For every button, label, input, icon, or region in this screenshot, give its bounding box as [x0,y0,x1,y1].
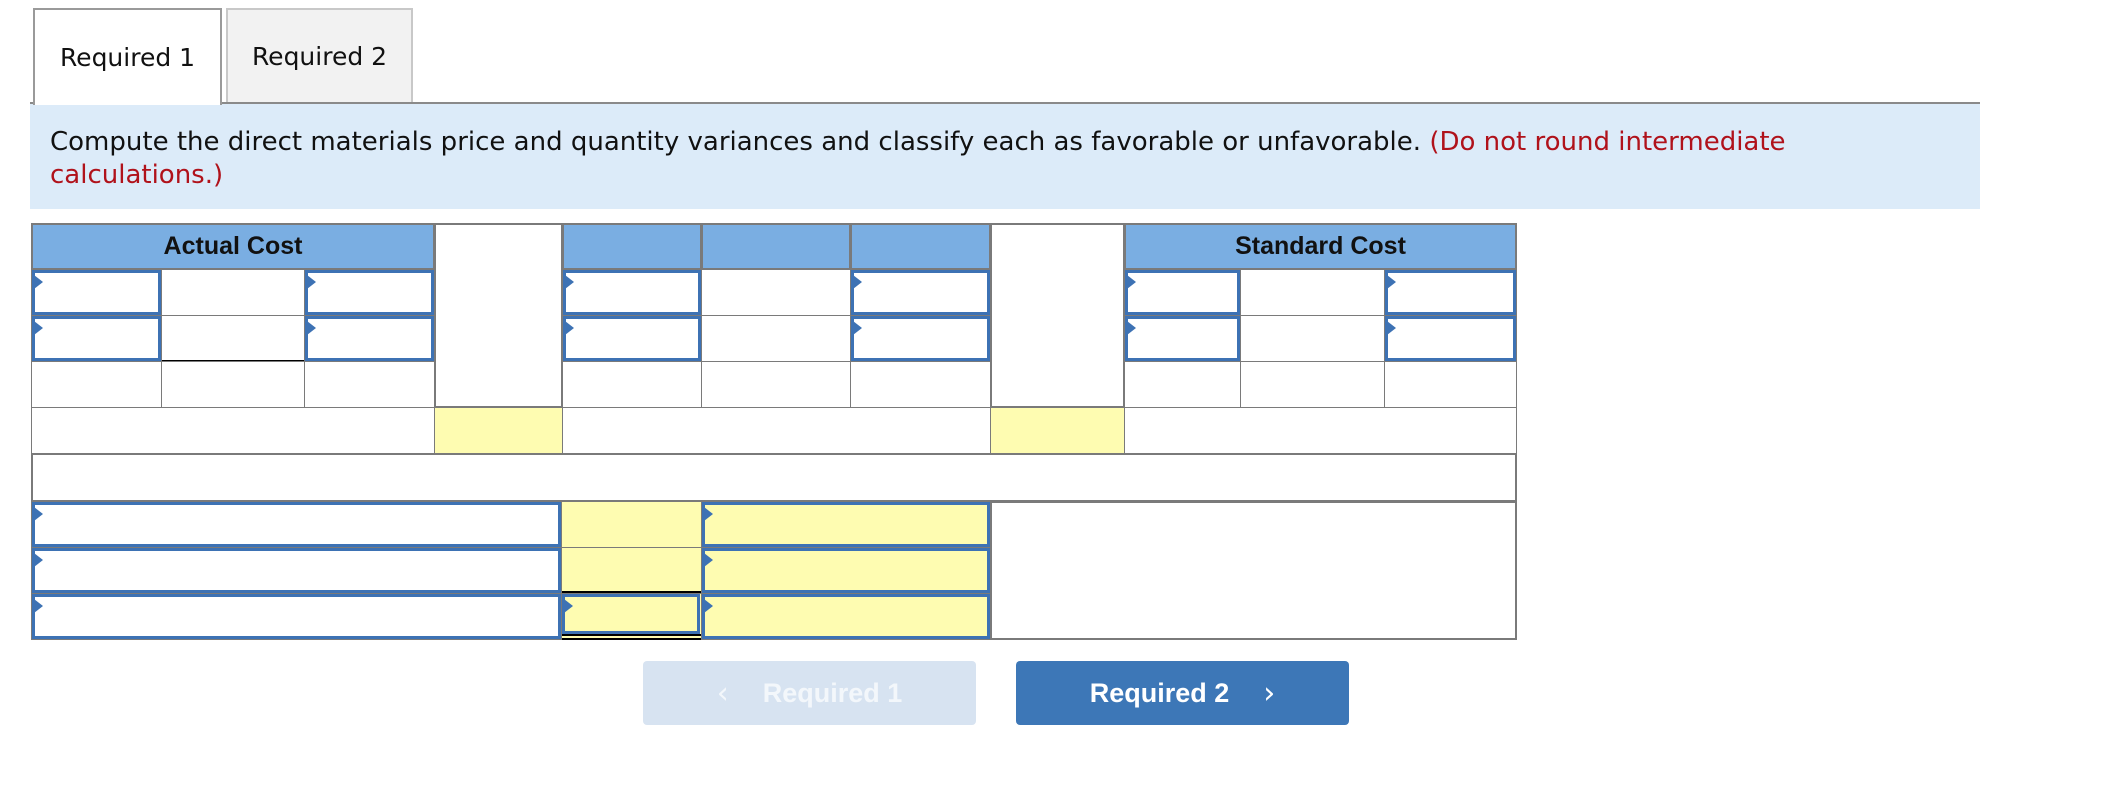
standard-total-cell[interactable] [1124,407,1517,454]
standard-row3-col2[interactable] [1240,361,1385,408]
variance-1-cell[interactable] [434,407,563,454]
actual-row2-unit-dropdown[interactable] [305,316,434,361]
summary-row2-label-dropdown[interactable] [32,548,561,593]
actual-row2-col2[interactable] [161,315,305,362]
standard-row3-col1[interactable] [1124,361,1241,408]
header-middle-2 [701,223,851,270]
summary-block-right [990,501,1517,640]
summary-row1-label-dropdown[interactable] [32,502,561,547]
standard-row1-label-dropdown[interactable] [1125,270,1240,315]
next-required-2-button[interactable]: Required 2 › [1016,661,1349,725]
standard-row2-col2[interactable] [1240,315,1385,362]
chevron-right-icon: › [1263,675,1276,711]
standard-row2-label-dropdown[interactable] [1125,316,1240,361]
middle-row3-col1[interactable] [562,361,702,408]
actual-row3-col3[interactable] [304,361,435,408]
middle-total-cell[interactable] [562,407,991,454]
tab-required-2[interactable]: Required 2 [226,8,413,103]
middle-row3-col2[interactable] [701,361,851,408]
middle-row1-col2[interactable] [701,269,851,316]
actual-row3-col1[interactable] [31,361,162,408]
middle-row3-col3[interactable] [850,361,991,408]
header-middle-1 [562,223,702,270]
summary-row3-amount-dropdown[interactable] [562,594,700,634]
actual-row1-col2 [161,269,305,316]
middle-row2-col2[interactable] [701,315,851,362]
instruction-box: Compute the direct materials price and q… [30,104,1980,209]
standard-row3-col3[interactable] [1384,361,1517,408]
summary-total-double-underline-2 [562,638,701,640]
summary-total-double-underline-1 [562,634,701,636]
actual-row1-label-dropdown[interactable] [32,270,161,315]
prev-button-label: Required 1 [762,677,903,708]
summary-row2-type-dropdown[interactable] [702,548,990,593]
spacer-row [31,453,1517,502]
actual-row1-unit-dropdown[interactable] [305,270,434,315]
instruction-text: Compute the direct materials price and q… [50,127,1422,157]
tab-required-1-label: Required 1 [59,43,196,72]
summary-row1-type-dropdown[interactable] [702,502,990,547]
middle-row2-label-dropdown[interactable] [563,316,701,361]
header-standard-cost: Standard Cost [1124,223,1517,270]
standard-row1-unit-dropdown[interactable] [1385,270,1516,315]
tab-required-1[interactable]: Required 1 [33,8,222,105]
header-actual-cost-label: Actual Cost [163,232,303,260]
actual-row2-label-dropdown[interactable] [32,316,161,361]
chevron-left-icon: ‹ [716,675,729,711]
next-button-label: Required 2 [1089,677,1230,708]
summary-row3-label-dropdown[interactable] [32,594,561,639]
middle-row1-unit-dropdown[interactable] [851,270,990,315]
standard-row2-unit-dropdown[interactable] [1385,316,1516,361]
spacer-column-2 [990,223,1125,408]
variance-2-cell[interactable] [990,407,1125,454]
prev-required-1-button[interactable]: ‹ Required 1 [643,661,976,725]
spacer-column-1 [434,223,563,408]
header-middle-3 [850,223,991,270]
actual-total-cell[interactable] [31,407,435,454]
summary-row2-amount[interactable] [561,547,702,594]
header-standard-cost-label: Standard Cost [1235,232,1406,260]
summary-row3-type-dropdown[interactable] [702,594,990,639]
tab-required-2-label: Required 2 [251,42,388,71]
actual-row3-col2[interactable] [161,361,305,408]
standard-row1-col2[interactable] [1240,269,1385,316]
summary-row1-amount[interactable] [561,501,702,548]
middle-row2-unit-dropdown[interactable] [851,316,990,361]
middle-row1-label-dropdown[interactable] [563,270,701,315]
header-actual-cost: Actual Cost [31,223,435,270]
